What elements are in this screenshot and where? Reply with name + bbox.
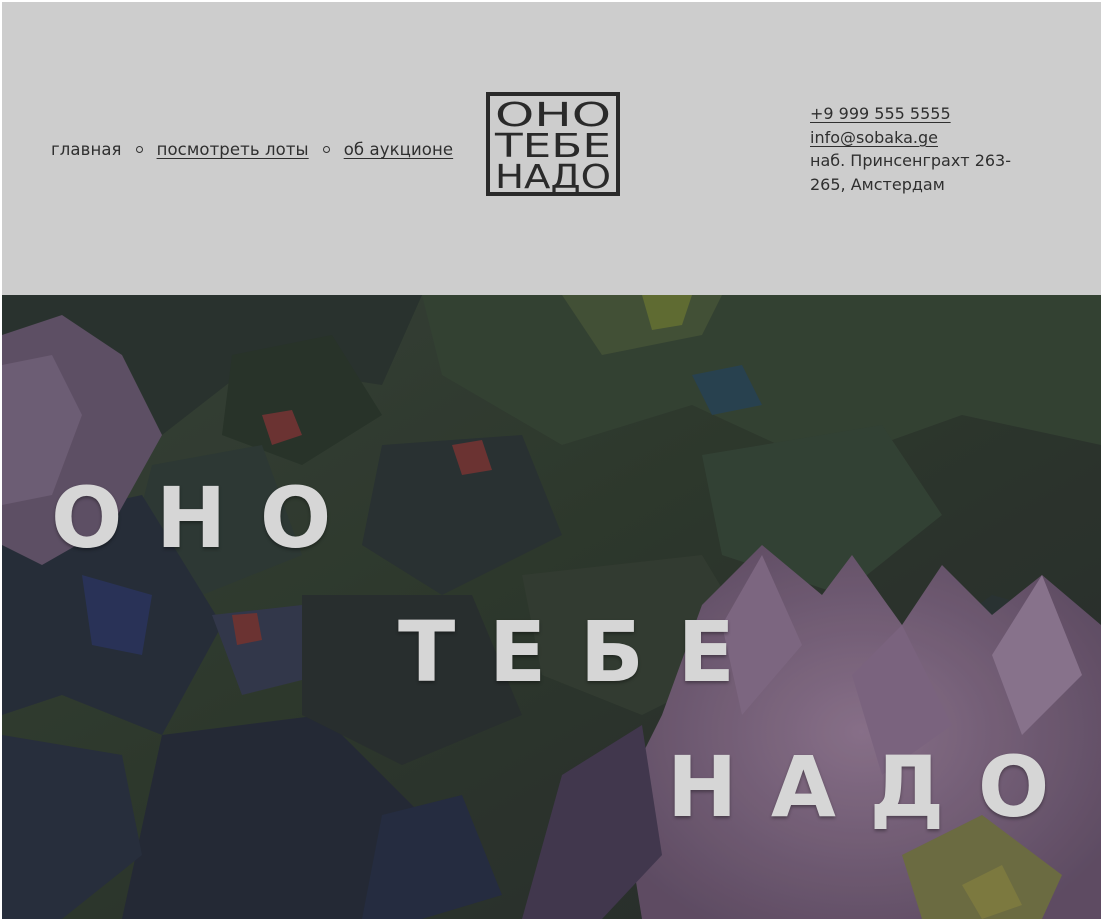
- contacts-block: +9 999 555 5555 info@sobaka.ge наб. Прин…: [810, 102, 1025, 196]
- nav-link-about[interactable]: об аукционе: [344, 140, 453, 159]
- site-logo[interactable]: ОНО ТЕБЕ НАДО: [486, 92, 620, 196]
- hero-word-2: ТЕБЕ: [398, 603, 769, 701]
- circle-dot-icon: [322, 146, 330, 153]
- logo-mark: ОНО ТЕБЕ НАДО: [490, 95, 616, 196]
- phone-link[interactable]: +9 999 555 5555: [810, 102, 1025, 126]
- address-text: наб. Принсенграхт 263-265, Амстердам: [810, 151, 1012, 194]
- nav-link-lots[interactable]: посмотреть лоты: [157, 140, 309, 159]
- site-header: главная посмотреть лоты об аукционе ОНО …: [2, 2, 1101, 295]
- circle-dot-icon: [135, 146, 143, 153]
- hero-word-1: ОНО: [51, 469, 365, 567]
- email-link[interactable]: info@sobaka.ge: [810, 126, 1025, 150]
- main-nav: главная посмотреть лоты об аукционе: [51, 140, 453, 159]
- logo-line-3: НАДО: [495, 157, 611, 196]
- nav-link-home[interactable]: главная: [51, 140, 122, 159]
- hero-word-3: НАДО: [667, 738, 1083, 836]
- page: главная посмотреть лоты об аукционе ОНО …: [2, 2, 1101, 919]
- hero-section: ОНО ТЕБЕ НАДО: [2, 295, 1101, 919]
